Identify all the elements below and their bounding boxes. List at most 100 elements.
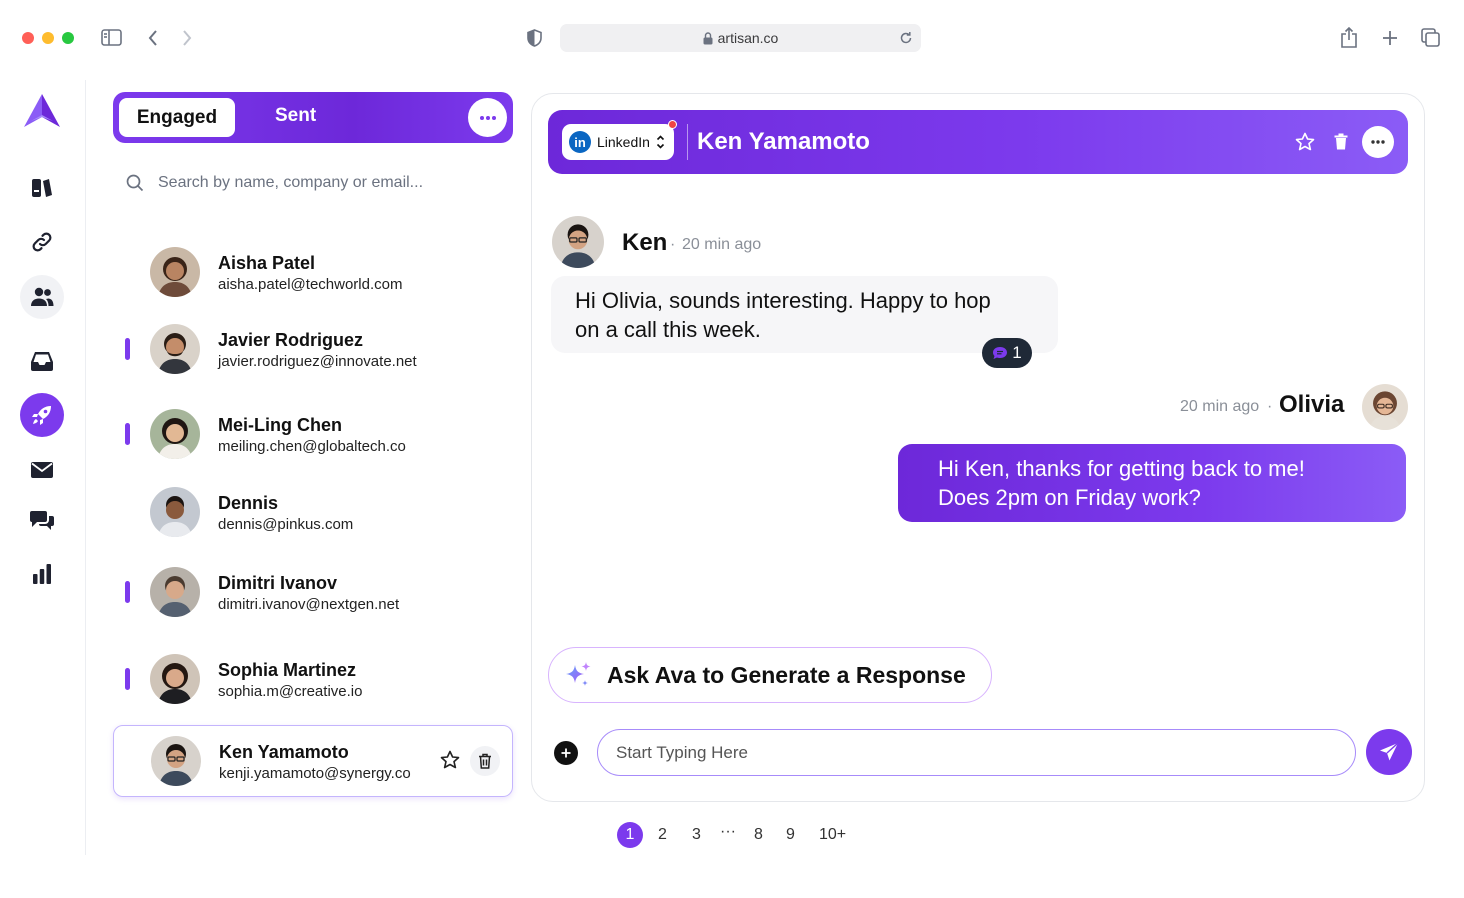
avatar	[150, 567, 200, 617]
reaction-badge[interactable]: 1	[982, 338, 1032, 368]
inbox-icon[interactable]	[20, 339, 64, 383]
linkedin-icon: in	[569, 131, 591, 153]
message-input[interactable]	[597, 729, 1356, 776]
channel-selector[interactable]: in LinkedIn	[562, 120, 677, 160]
more-icon	[1371, 140, 1385, 144]
contact-search[interactable]: Search by name, company or email...	[126, 174, 423, 192]
message-text: Hi Olivia, sounds interesting. Happy to …	[575, 288, 991, 313]
mail-icon[interactable]	[20, 448, 64, 492]
bar-chart-icon[interactable]	[20, 552, 64, 596]
reaction-count: 1	[1012, 343, 1022, 362]
header-divider	[687, 124, 688, 160]
conversation-contact-name: Ken Yamamoto	[697, 128, 870, 155]
contact-item[interactable]: Sophia Martinez sophia.m@creative.io	[113, 644, 513, 716]
message-text: Does 2pm on Friday work?	[938, 485, 1201, 510]
avatar	[150, 247, 200, 297]
traffic-light-close[interactable]	[22, 32, 34, 44]
channel-label: LinkedIn	[597, 134, 650, 150]
delete-button[interactable]	[470, 746, 500, 776]
contact-item[interactable]: Mei-Ling Chen meiling.chen@globaltech.co	[113, 399, 513, 471]
engaged-marker	[125, 423, 130, 445]
reload-icon[interactable]	[899, 31, 913, 45]
contact-name: Dennis	[218, 493, 279, 513]
page-9[interactable]: 9	[786, 822, 795, 848]
contact-tabs: Engaged Sent	[113, 92, 513, 143]
share-icon[interactable]	[1340, 27, 1358, 48]
message-separator: ·	[1267, 398, 1273, 415]
avatar	[151, 736, 201, 786]
contact-item[interactable]: Dennis dennis@pinkus.com	[113, 477, 513, 549]
message-separator: ·	[670, 236, 676, 253]
attach-button[interactable]	[554, 741, 578, 765]
url-bar[interactable]: artisan.co	[560, 24, 921, 52]
page-ellipsis: ···	[720, 823, 736, 840]
outgoing-message: Hi Ken, thanks for getting back to me! D…	[898, 444, 1406, 522]
sender-avatar	[552, 216, 604, 268]
link-icon[interactable]	[20, 220, 64, 264]
ask-ava-button[interactable]: Ask Ava to Generate a Response	[548, 647, 992, 703]
message-sender: Olivia	[1279, 391, 1345, 418]
page-8[interactable]: 8	[754, 822, 763, 848]
traffic-light-zoom[interactable]	[62, 32, 74, 44]
page-3[interactable]: 3	[692, 822, 701, 848]
search-icon	[126, 174, 144, 192]
ask-ava-label: Ask Ava to Generate a Response	[607, 661, 966, 688]
contact-name: Dimitri Ivanov	[218, 573, 338, 593]
contact-item[interactable]: Aisha Patel aisha.patel@techworld.com	[113, 237, 513, 309]
contact-name: Ken Yamamoto	[219, 742, 349, 762]
send-icon	[1380, 742, 1399, 761]
page-10-plus[interactable]: 10+	[819, 822, 846, 848]
contact-email: kenji.yamamoto@synergy.co	[219, 765, 411, 782]
contact-name: Sophia Martinez	[218, 660, 357, 680]
url-text: artisan.co	[717, 30, 779, 46]
page-2[interactable]: 2	[658, 822, 667, 848]
chat-header: in LinkedIn Ken Yamamoto	[548, 110, 1408, 174]
avatar	[150, 487, 200, 537]
avatar	[150, 654, 200, 704]
tabs-overview-icon[interactable]	[1421, 28, 1440, 47]
trash-icon	[479, 753, 491, 769]
engaged-marker	[125, 668, 130, 690]
message-text: Hi Ken, thanks for getting back to me!	[938, 456, 1305, 481]
contact-item[interactable]: Javier Rodriguez javier.rodriguez@innova…	[113, 314, 513, 386]
user-avatar	[1362, 384, 1408, 430]
traffic-light-minimize[interactable]	[42, 32, 54, 44]
avatar	[150, 409, 200, 459]
search-placeholder[interactable]: Search by name, company or email...	[158, 174, 423, 192]
users-icon[interactable]	[20, 275, 64, 319]
more-options-button[interactable]	[468, 98, 507, 137]
notification-dot	[668, 120, 677, 129]
engaged-marker	[125, 338, 130, 360]
send-button[interactable]	[1366, 729, 1412, 775]
plus-icon	[561, 748, 571, 758]
forward-icon[interactable]	[182, 30, 192, 46]
message-sender: Ken	[622, 229, 668, 256]
contact-item[interactable]: Dimitri Ivanov dimitri.ivanov@nextgen.ne…	[113, 557, 513, 629]
trash-icon[interactable]	[1334, 133, 1348, 150]
comment-icon	[992, 346, 1008, 360]
tab-engaged[interactable]: Engaged	[119, 98, 235, 137]
more-icon	[479, 115, 496, 120]
incoming-message: Hi Olivia, sounds interesting. Happy to …	[551, 276, 1058, 353]
star-icon[interactable]	[440, 750, 460, 770]
rocket-icon[interactable]	[20, 393, 64, 437]
chat-bubbles-icon[interactable]	[20, 499, 64, 543]
message-time: 20 min ago	[682, 236, 762, 253]
book-icon[interactable]	[20, 166, 64, 210]
back-icon[interactable]	[148, 30, 158, 46]
contact-item-selected[interactable]: Ken Yamamoto kenji.yamamoto@synergy.co	[113, 725, 513, 797]
conversation-more-button[interactable]	[1362, 126, 1394, 158]
star-icon[interactable]	[1295, 132, 1315, 152]
contact-email: dennis@pinkus.com	[218, 516, 354, 533]
tab-sent[interactable]: Sent	[275, 105, 316, 127]
sparkles-icon	[563, 660, 593, 690]
logo-icon[interactable]	[23, 93, 61, 128]
contact-name: Javier Rodriguez	[218, 330, 364, 350]
page-1[interactable]: 1	[617, 822, 643, 848]
message-text: on a call this week.	[575, 317, 761, 342]
new-tab-icon[interactable]	[1382, 30, 1398, 46]
shield-icon[interactable]	[527, 29, 542, 47]
sidebar-toggle-icon[interactable]	[101, 29, 122, 46]
contact-email: dimitri.ivanov@nextgen.net	[218, 596, 400, 613]
contact-email: sophia.m@creative.io	[218, 683, 363, 700]
